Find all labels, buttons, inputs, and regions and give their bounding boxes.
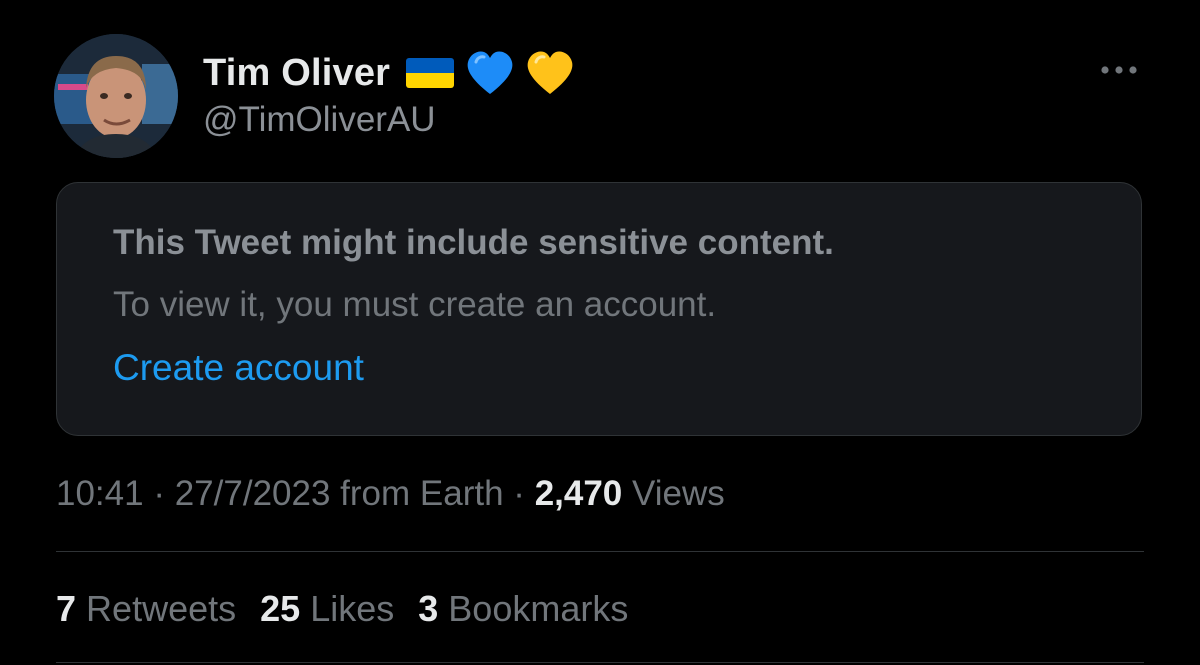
divider bbox=[56, 551, 1144, 552]
tweet-time[interactable]: 10:41 bbox=[56, 474, 144, 513]
author-handle[interactable]: @TimOliverAU bbox=[203, 100, 436, 140]
sensitive-notice-body: To view it, you must create an account. bbox=[113, 285, 717, 324]
tweet-meta: 10:41 · 27/7/2023 from Earth · 2,470 Vie… bbox=[56, 474, 725, 514]
retweets-label: Retweets bbox=[86, 588, 237, 629]
sensitive-content-notice: This Tweet might include sensitive conte… bbox=[56, 182, 1142, 436]
yellow-heart-icon bbox=[526, 50, 574, 96]
blue-heart-icon bbox=[466, 50, 514, 96]
retweets-stat[interactable]: 7 Retweets bbox=[56, 588, 236, 630]
engagement-stats: 7 Retweets 25 Likes 3 Bookmarks bbox=[56, 588, 628, 630]
likes-label: Likes bbox=[310, 588, 395, 629]
tweet-detail: Tim Oliver @TimOliverAU This Tweet might… bbox=[0, 0, 1200, 665]
avatar-image bbox=[54, 34, 178, 158]
bookmarks-label: Bookmarks bbox=[448, 588, 629, 629]
views-label: Views bbox=[632, 474, 725, 513]
create-account-link[interactable]: Create account bbox=[113, 347, 364, 389]
divider bbox=[56, 662, 1144, 663]
meta-separator: · bbox=[153, 474, 165, 513]
likes-stat[interactable]: 25 Likes bbox=[260, 588, 394, 630]
views-count: 2,470 bbox=[534, 474, 623, 513]
bookmarks-count: 3 bbox=[418, 588, 439, 629]
avatar[interactable] bbox=[54, 34, 178, 158]
bookmarks-stat[interactable]: 3 Bookmarks bbox=[418, 588, 628, 630]
retweets-count: 7 bbox=[56, 588, 77, 629]
author-name-row[interactable]: Tim Oliver bbox=[203, 48, 574, 98]
author-display-name[interactable]: Tim Oliver bbox=[203, 52, 390, 95]
tweet-source: from Earth bbox=[340, 474, 504, 513]
ukraine-flag-icon bbox=[406, 58, 455, 88]
tweet-date[interactable]: 27/7/2023 bbox=[175, 474, 331, 513]
more-horizontal-icon bbox=[1101, 66, 1137, 74]
sensitive-notice-title: This Tweet might include sensitive conte… bbox=[113, 223, 834, 262]
meta-separator: · bbox=[513, 474, 525, 513]
likes-count: 25 bbox=[260, 588, 301, 629]
more-options-button[interactable] bbox=[1092, 50, 1146, 90]
